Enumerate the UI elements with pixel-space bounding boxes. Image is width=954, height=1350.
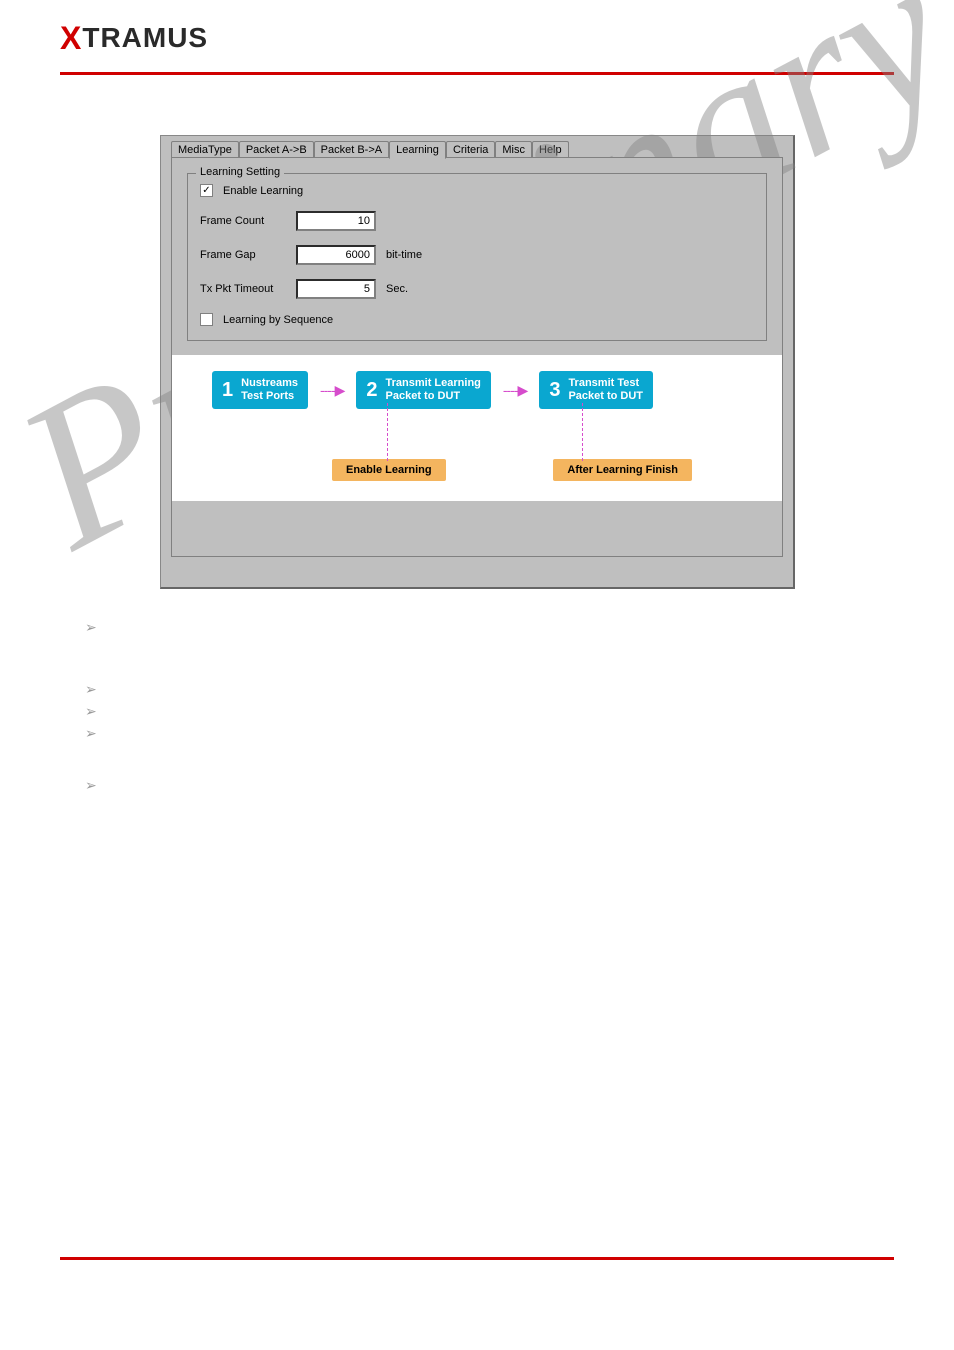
bullet-icon: ➢	[85, 619, 954, 636]
frame-gap-label: Frame Gap	[200, 249, 290, 261]
bullet-icon: ➢	[85, 777, 954, 794]
learn-seq-label: Learning by Sequence	[223, 314, 333, 326]
frame-count-label: Frame Count	[200, 215, 290, 227]
frame-count-input[interactable]	[296, 211, 376, 231]
tab-help[interactable]: Help	[532, 141, 569, 158]
tab-criteria[interactable]: Criteria	[446, 141, 495, 158]
tab-packet-b-a[interactable]: Packet B->A	[314, 141, 389, 158]
settings-dialog: MediaType Packet A->B Packet B->A Learni…	[160, 135, 795, 589]
tab-learning[interactable]: Learning	[389, 141, 446, 159]
frame-gap-unit: bit-time	[386, 249, 422, 261]
step-2-line2: Packet to DUT	[386, 390, 461, 402]
step-1-line1: Nustreams	[241, 377, 298, 389]
note-after-finish: After Learning Finish	[553, 459, 692, 481]
tab-mediatype[interactable]: MediaType	[171, 141, 239, 158]
learning-diagram: 1 NustreamsTest Ports 2 Transmit Learnin…	[172, 355, 782, 501]
header-divider	[60, 72, 894, 75]
logo-x: X	[60, 20, 82, 56]
frame-gap-input[interactable]	[296, 245, 376, 265]
dialog-wrapper: MediaType Packet A->B Packet B->A Learni…	[160, 135, 795, 589]
note-enable-learning: Enable Learning	[332, 459, 446, 481]
learn-seq-checkbox[interactable]	[200, 313, 213, 326]
group-title: Learning Setting	[196, 166, 284, 178]
tx-timeout-input[interactable]	[296, 279, 376, 299]
logo-rest: TRAMUS	[82, 22, 208, 53]
step-3-line1: Transmit Test	[568, 377, 639, 389]
step-2-num: 2	[366, 379, 379, 402]
document-header: XTRAMUS	[0, 0, 954, 67]
enable-learning-label: Enable Learning	[223, 185, 303, 197]
step-3-line2: Packet to DUT	[568, 390, 643, 402]
step-3-num: 3	[549, 379, 562, 402]
step-1: 1 NustreamsTest Ports	[212, 371, 308, 409]
logo: XTRAMUS	[60, 22, 208, 53]
step-3: 3 Transmit TestPacket to DUT	[539, 371, 653, 409]
bullet-icon: ➢	[85, 703, 954, 720]
tab-content: Learning Setting ✓ Enable Learning Frame…	[171, 157, 783, 557]
bullet-icon: ➢	[85, 725, 954, 742]
dotted-connector	[387, 403, 388, 461]
tx-timeout-unit: Sec.	[386, 283, 408, 295]
tx-timeout-label: Tx Pkt Timeout	[200, 283, 290, 295]
step-1-line2: Test Ports	[241, 390, 294, 402]
footer-divider	[60, 1257, 894, 1260]
note-row: Enable Learning After Learning Finish	[212, 459, 762, 481]
step-2-line1: Transmit Learning	[386, 377, 481, 389]
tab-misc[interactable]: Misc	[495, 141, 532, 158]
bullet-icon: ➢	[85, 681, 954, 698]
tab-row: MediaType Packet A->B Packet B->A Learni…	[171, 141, 783, 158]
dotted-connector	[582, 403, 583, 461]
enable-learning-checkbox[interactable]: ✓	[200, 184, 213, 197]
step-1-num: 1	[222, 379, 235, 402]
tab-packet-a-b[interactable]: Packet A->B	[239, 141, 314, 158]
bullet-list: ➢ ➢ ➢ ➢ ➢	[85, 619, 954, 794]
arrow-icon	[320, 382, 344, 399]
arrow-icon	[503, 382, 527, 399]
step-2: 2 Transmit LearningPacket to DUT	[356, 371, 490, 409]
learning-setting-group: Learning Setting ✓ Enable Learning Frame…	[187, 173, 767, 341]
step-row: 1 NustreamsTest Ports 2 Transmit Learnin…	[212, 371, 762, 409]
